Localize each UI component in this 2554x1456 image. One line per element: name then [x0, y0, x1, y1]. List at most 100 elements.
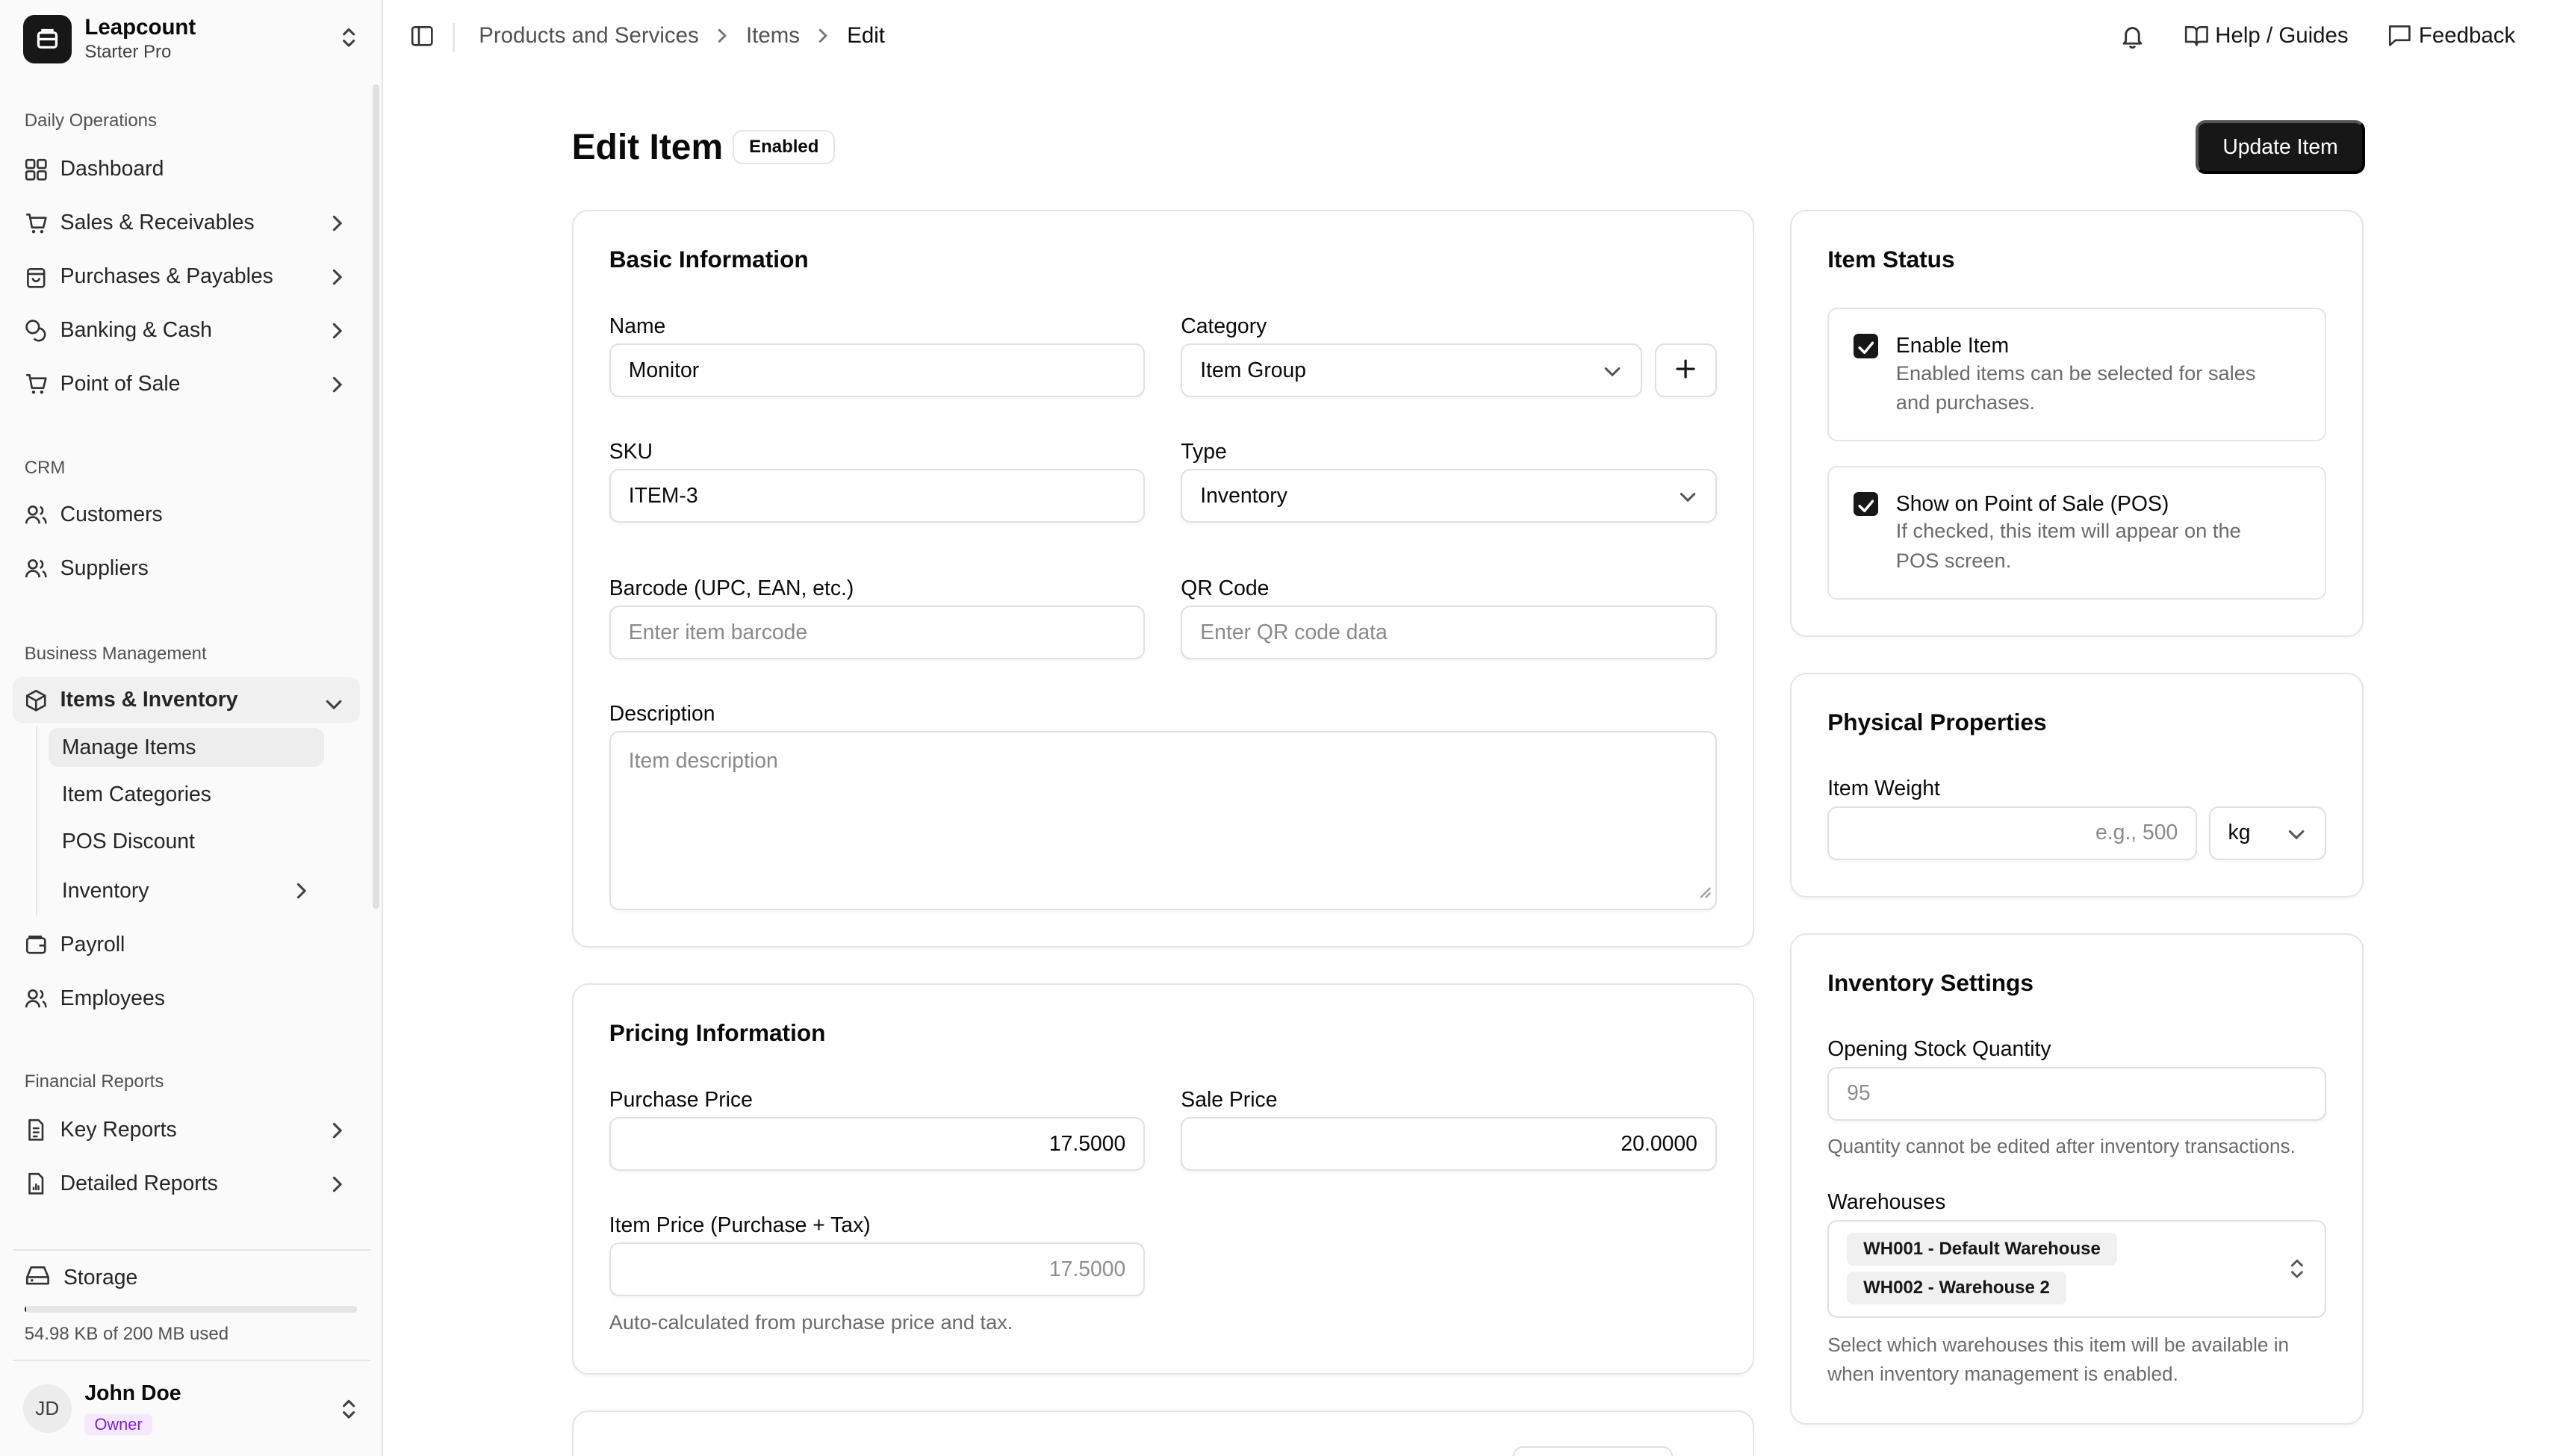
sidebar-item-detailed-reports[interactable]: Detailed Reports: [13, 1161, 360, 1207]
category-select[interactable]: Item Group: [1181, 343, 1642, 398]
users-icon: [25, 987, 48, 1010]
enable-item-title: Enable Item: [1895, 334, 2010, 358]
enable-item-checkbox[interactable]: [1854, 334, 1878, 358]
dashboard-icon: [25, 158, 48, 181]
barcode-label: Barcode (UPC, EAN, etc.): [609, 576, 854, 601]
file-text-icon: [25, 1119, 48, 1142]
purchase-price-input[interactable]: 17.5000: [609, 1117, 1146, 1172]
card-title: Physical Properties: [1827, 708, 2047, 735]
next-section-control[interactable]: [1513, 1446, 1673, 1456]
description-placeholder: Item description: [628, 749, 778, 774]
storage-section: Storage: [25, 1264, 137, 1293]
resize-handle-icon[interactable]: [1699, 881, 1712, 906]
user-menu[interactable]: JD John Doe Owner: [22, 1381, 365, 1437]
storage-progress-fill: [24, 1306, 26, 1313]
name-input[interactable]: Monitor: [609, 343, 1146, 398]
nav-group-label: Business Management: [24, 643, 207, 664]
type-select[interactable]: Inventory: [1181, 469, 1717, 523]
feedback-link[interactable]: Feedback: [2387, 23, 2515, 49]
sidebar-item-sales[interactable]: Sales & Receivables: [13, 200, 360, 246]
chevron-right-icon: [331, 1175, 344, 1200]
package-icon: [25, 689, 48, 712]
sidebar-item-banking[interactable]: Banking & Cash: [13, 308, 360, 353]
show-on-pos-title: Show on Point of Sale (POS): [1895, 491, 2169, 516]
sidebar-subitem-inventory[interactable]: Inventory: [49, 871, 324, 910]
warehouse-chip[interactable]: WH001 - Default Warehouse: [1847, 1233, 2117, 1266]
sidebar-item-purchases[interactable]: Purchases & Payables: [13, 254, 360, 299]
description-textarea[interactable]: Item description: [609, 731, 1717, 911]
update-item-button[interactable]: Update Item: [2196, 120, 2365, 175]
sidebar-item-pos[interactable]: Point of Sale: [13, 361, 360, 407]
book-open-icon: [2184, 24, 2209, 47]
breadcrumb: Products and Services Items Edit: [479, 23, 885, 49]
chevron-right-icon: [295, 881, 308, 906]
card-title: Inventory Settings: [1827, 968, 2033, 996]
chevron-right-icon: [331, 267, 344, 293]
sidebar-subitem-pos-discount[interactable]: POS Discount: [49, 822, 324, 861]
sidebar-item-label: Suppliers: [60, 556, 149, 580]
chevron-right-icon: [331, 375, 344, 400]
warehouse-chip[interactable]: WH002 - Warehouse 2: [1847, 1272, 2066, 1305]
sale-price-input[interactable]: 20.0000: [1181, 1117, 1717, 1172]
help-guides-link[interactable]: Help / Guides: [2184, 23, 2349, 49]
type-label: Type: [1181, 439, 1227, 464]
app-name: Leapcount: [84, 14, 196, 40]
sidebar-item-employees[interactable]: Employees: [13, 975, 360, 1021]
item-price-label: Item Price (Purchase + Tax): [609, 1213, 871, 1237]
sidebar-item-label: Customers: [60, 502, 163, 526]
sidebar-item-label: Purchases & Payables: [60, 264, 273, 289]
chevron-up-down-icon: [339, 26, 358, 56]
submenu-guide-line: [35, 726, 38, 915]
opening-stock-input: 95: [1827, 1066, 2326, 1121]
feedback-label: Feedback: [2418, 22, 2516, 48]
sidebar-item-suppliers[interactable]: Suppliers: [13, 546, 360, 591]
divider: [453, 22, 455, 52]
role-badge: Owner: [84, 1414, 152, 1436]
file-chart-icon: [25, 1172, 48, 1195]
nav-group-label: Financial Reports: [24, 1071, 164, 1092]
item-price-help: Auto-calculated from purchase price and …: [609, 1310, 1013, 1334]
chevron-down-icon: [1678, 487, 1697, 511]
workspace-switcher[interactable]: Leapcount Starter Pro: [22, 13, 365, 65]
plus-icon: [1676, 355, 1695, 385]
sidebar-scrollbar[interactable]: [373, 84, 380, 909]
show-on-pos-checkbox[interactable]: [1854, 491, 1878, 517]
sku-input[interactable]: ITEM-3: [609, 469, 1146, 523]
enable-item-description-line1: Enabled items can be selected for sales: [1895, 361, 2256, 385]
sidebar-item-customers[interactable]: Customers: [13, 492, 360, 538]
card-title: Basic Information: [609, 246, 809, 273]
card-title: Pricing Information: [609, 1019, 826, 1047]
sidebar-item-payroll[interactable]: Payroll: [13, 922, 360, 968]
page-title: Edit Item: [571, 128, 724, 168]
sidebar-subitem-manage-items[interactable]: Manage Items: [49, 727, 325, 768]
sidebar-item-dashboard[interactable]: Dashboard: [13, 146, 360, 192]
sidebar-item-items-inventory[interactable]: Items & Inventory: [13, 677, 360, 724]
enable-item-description-line2: and purchases.: [1895, 391, 2036, 414]
sidebar-item-label: Banking & Cash: [60, 318, 212, 343]
show-on-pos-description-line2: POS screen.: [1895, 548, 2012, 572]
breadcrumb-products-services[interactable]: Products and Services: [479, 23, 699, 49]
sidebar-subitem-item-categories[interactable]: Item Categories: [49, 775, 324, 814]
add-category-button[interactable]: [1654, 343, 1717, 398]
coins-icon: [25, 319, 48, 342]
nav-group-label: Daily Operations: [24, 111, 157, 131]
barcode-input[interactable]: Enter item barcode: [609, 606, 1146, 660]
sale-price-label: Sale Price: [1181, 1087, 1278, 1112]
weight-unit-select[interactable]: kg: [2208, 806, 2326, 860]
sidebar-item-label: Sales & Receivables: [60, 211, 255, 235]
chevron-right-icon: [331, 1121, 344, 1146]
shopping-bag-icon: [25, 266, 48, 289]
qr-code-input[interactable]: Enter QR code data: [1181, 606, 1717, 660]
item-weight-label: Item Weight: [1827, 777, 1940, 801]
item-weight-input[interactable]: e.g., 500: [1827, 806, 2198, 860]
chevron-right-icon: [331, 321, 344, 346]
sidebar-toggle-icon[interactable]: [411, 25, 434, 55]
breadcrumb-items[interactable]: Items: [746, 23, 800, 49]
bell-icon[interactable]: [2119, 23, 2146, 56]
opening-stock-help: Quantity cannot be edited after inventor…: [1827, 1134, 2296, 1157]
warehouses-help-line1: Select which warehouses this item will b…: [1827, 1333, 2290, 1356]
sidebar-item-key-reports[interactable]: Key Reports: [13, 1107, 360, 1153]
chevron-up-down-icon: [2289, 1257, 2305, 1287]
card-title: Item Status: [1827, 246, 1955, 273]
plan-name: Starter Pro: [84, 41, 172, 62]
